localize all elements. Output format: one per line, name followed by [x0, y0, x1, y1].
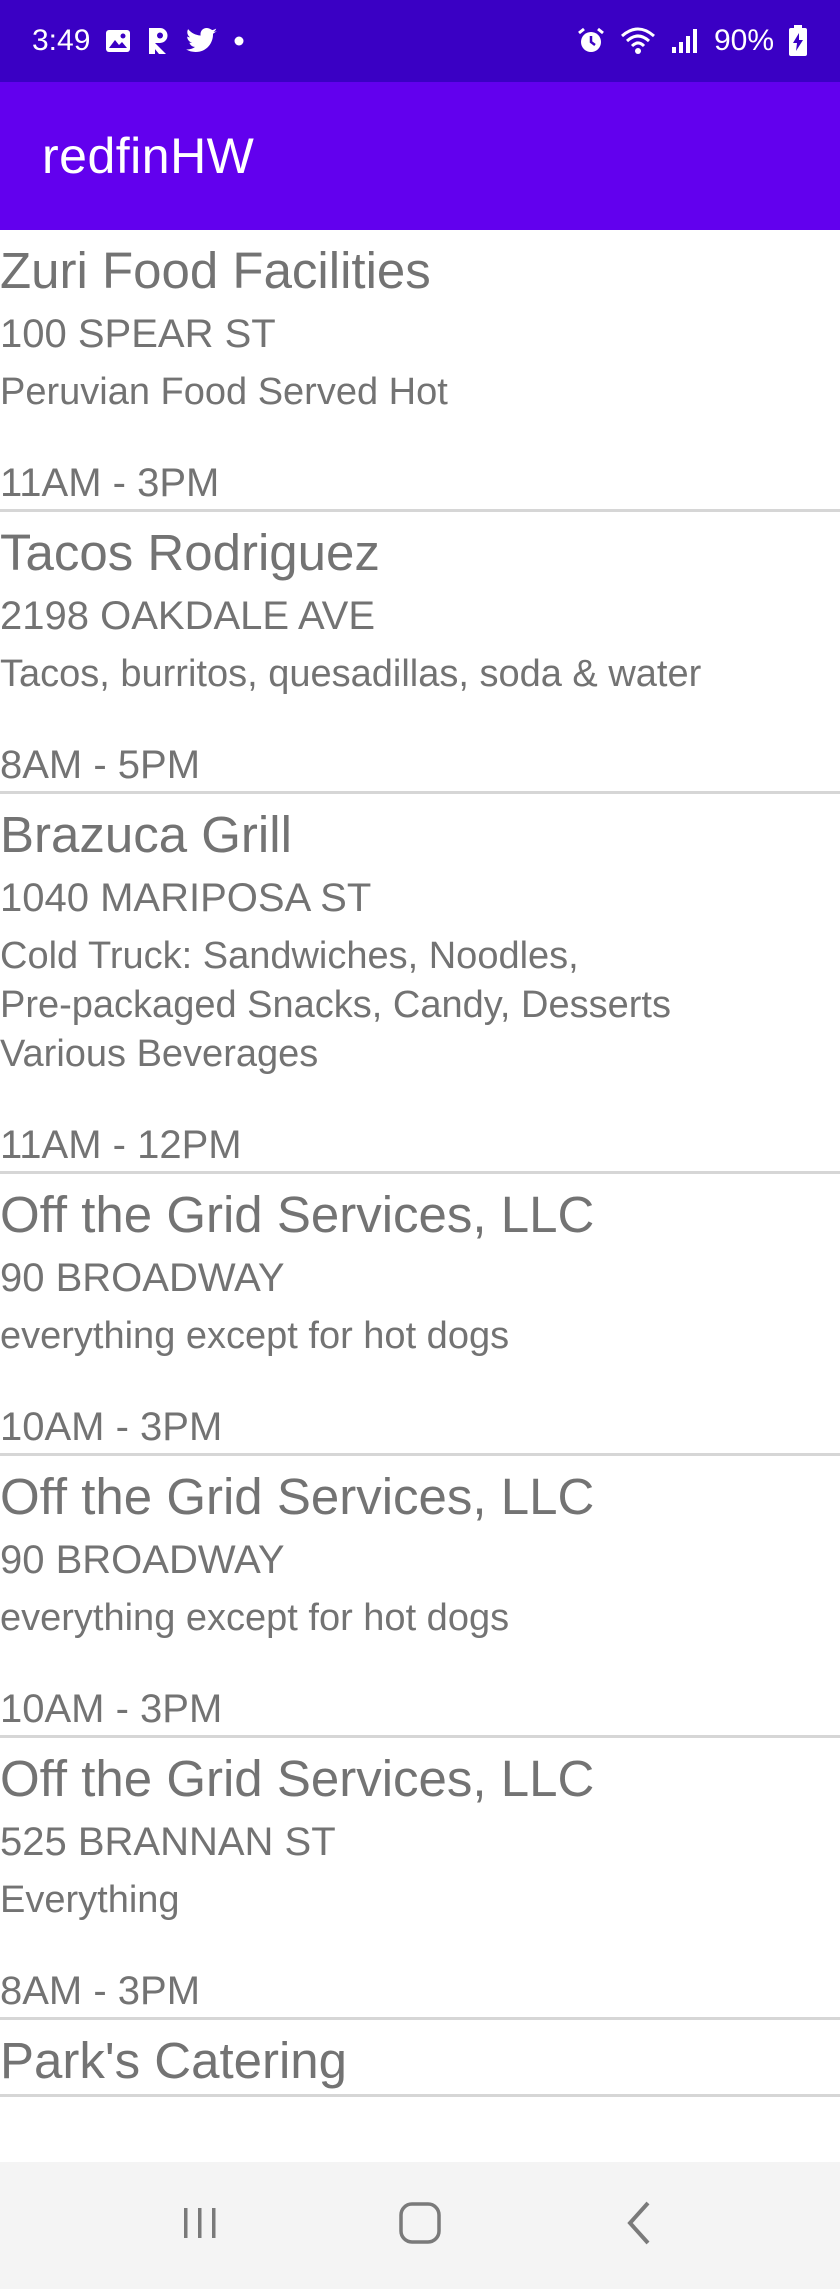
recents-icon: [178, 2201, 222, 2250]
navigation-bar: [0, 2162, 840, 2289]
item-description: everything except for hot dogs: [0, 1315, 510, 1357]
item-hours: 8AM - 3PM: [0, 1969, 201, 2013]
item-description: Cold Truck: Sandwiches, Noodles, Pre-pac…: [0, 935, 671, 1075]
item-description: Tacos, burritos, quesadillas, soda & wat…: [0, 653, 702, 695]
item-name: Brazuca Grill: [0, 806, 292, 863]
item-hours: 11AM - 12PM: [0, 1123, 242, 1167]
food-truck-list[interactable]: Zuri Food Facilities 100 SPEAR ST Peruvi…: [0, 230, 840, 2162]
app-title: redfinHW: [42, 128, 255, 184]
home-icon: [397, 2200, 443, 2251]
item-address: 90 BROADWAY: [0, 1256, 285, 1300]
item-description: everything except for hot dogs: [0, 1597, 510, 1639]
list-item[interactable]: Zuri Food Facilities 100 SPEAR ST Peruvi…: [0, 230, 840, 512]
item-hours: 10AM - 3PM: [0, 1687, 223, 1731]
signal-icon: [670, 27, 700, 55]
item-name: Off the Grid Services, LLC: [0, 1750, 595, 1807]
battery-percentage: 90%: [713, 24, 774, 57]
item-hours: 8AM - 5PM: [0, 743, 201, 787]
app-bar: redfinHW: [0, 82, 840, 230]
dot-icon: [232, 34, 246, 48]
item-address: 525 BRANNAN ST: [0, 1820, 336, 1864]
r-icon: [146, 26, 172, 56]
list-item[interactable]: Off the Grid Services, LLC 90 BROADWAY e…: [0, 1456, 840, 1738]
item-name: Tacos Rodriguez: [0, 524, 380, 581]
item-address: 2198 OAKDALE AVE: [0, 594, 376, 638]
list-item[interactable]: Brazuca Grill 1040 MARIPOSA ST Cold Truc…: [0, 794, 840, 1174]
list-item[interactable]: Off the Grid Services, LLC 90 BROADWAY e…: [0, 1174, 840, 1456]
status-right: 90%: [576, 24, 808, 58]
item-description: Peruvian Food Served Hot: [0, 371, 448, 413]
battery-charging-icon: [788, 25, 808, 57]
back-icon: [620, 2199, 660, 2252]
item-address: 90 BROADWAY: [0, 1538, 285, 1582]
status-bar: 3:49 90%: [0, 0, 840, 82]
status-left: 3:49: [32, 24, 246, 58]
item-address: 1040 MARIPOSA ST: [0, 876, 372, 920]
item-description: Everything: [0, 1879, 180, 1921]
item-address: 100 SPEAR ST: [0, 312, 276, 356]
status-time: 3:49: [32, 24, 91, 57]
item-hours: 11AM - 3PM: [0, 461, 220, 505]
list-item[interactable]: Park's Catering: [0, 2020, 840, 2097]
alarm-icon: [576, 26, 606, 56]
list-item[interactable]: Tacos Rodriguez 2198 OAKDALE AVE Tacos, …: [0, 512, 840, 794]
item-name: Park's Catering: [0, 2032, 348, 2089]
item-name: Off the Grid Services, LLC: [0, 1468, 595, 1525]
back-button[interactable]: [590, 2176, 690, 2276]
home-button[interactable]: [370, 2176, 470, 2276]
twitter-icon: [186, 27, 218, 55]
recents-button[interactable]: [150, 2176, 250, 2276]
list-item[interactable]: Off the Grid Services, LLC 525 BRANNAN S…: [0, 1738, 840, 2020]
item-name: Zuri Food Facilities: [0, 242, 431, 299]
wifi-icon: [620, 26, 656, 56]
image-icon: [104, 27, 132, 55]
item-hours: 10AM - 3PM: [0, 1405, 223, 1449]
item-name: Off the Grid Services, LLC: [0, 1186, 595, 1243]
